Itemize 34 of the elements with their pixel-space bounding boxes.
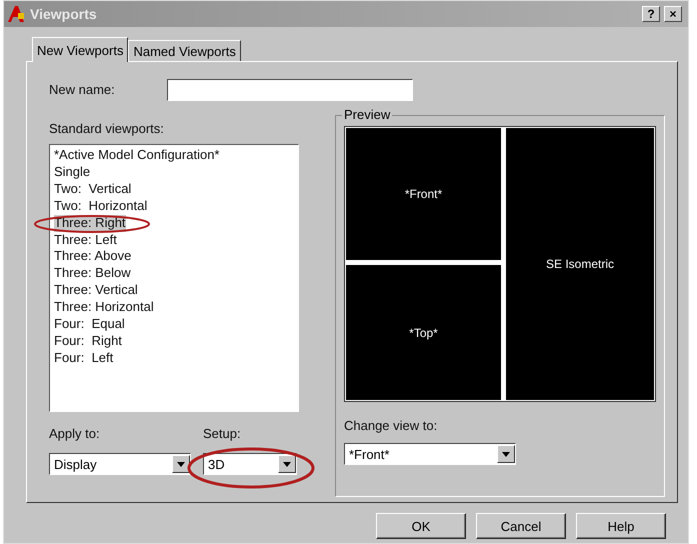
app-logo-icon xyxy=(6,5,26,23)
list-item[interactable]: Four: Left xyxy=(54,350,114,367)
change-view-dropdown[interactable]: *Front* xyxy=(344,443,516,465)
dialog-button[interactable]: Cancel xyxy=(476,513,566,539)
list-item[interactable]: *Active Model Configuration* xyxy=(54,147,220,164)
help-button[interactable]: ? xyxy=(642,6,660,22)
viewport-tile: SE Isometric xyxy=(505,127,655,401)
field-label: Setup: xyxy=(203,426,241,441)
dialog-button[interactable]: OK xyxy=(376,513,466,539)
setup-dropdown[interactable]: 3D xyxy=(203,453,297,475)
group-label: Preview xyxy=(342,107,392,122)
viewport-tile: *Front* xyxy=(345,127,502,261)
list-item[interactable]: Two: Vertical xyxy=(54,180,132,198)
list-item[interactable]: Three: Vertical xyxy=(54,282,138,300)
list-item[interactable]: Three: Left xyxy=(54,232,117,248)
list-item[interactable]: Two: Horizontal xyxy=(54,198,148,215)
field-label: Apply to: xyxy=(49,426,100,441)
close-button[interactable]: × xyxy=(664,6,682,22)
dialog-button[interactable]: Help xyxy=(576,513,666,539)
list-item[interactable]: Three: Below xyxy=(54,265,131,282)
window-title: Viewports xyxy=(30,6,98,22)
tab[interactable]: New Viewports xyxy=(32,37,128,62)
list-item[interactable]: Four: Right xyxy=(54,332,122,350)
apply-to-dropdown[interactable]: Display xyxy=(49,453,191,475)
list-item[interactable]: Single xyxy=(54,164,90,181)
tab[interactable]: Named Viewports xyxy=(128,40,241,61)
viewport-tile: *Top* xyxy=(345,264,502,401)
field-label: Change view to: xyxy=(344,418,438,433)
list-label: Standard viewports: xyxy=(49,121,165,136)
list-item[interactable]: Four: Equal xyxy=(54,316,125,333)
list-item[interactable]: Three: Horizontal xyxy=(54,299,154,316)
name-field[interactable] xyxy=(166,78,413,100)
list-item[interactable]: Three: Above xyxy=(54,248,132,266)
field-label: New name: xyxy=(49,82,115,97)
